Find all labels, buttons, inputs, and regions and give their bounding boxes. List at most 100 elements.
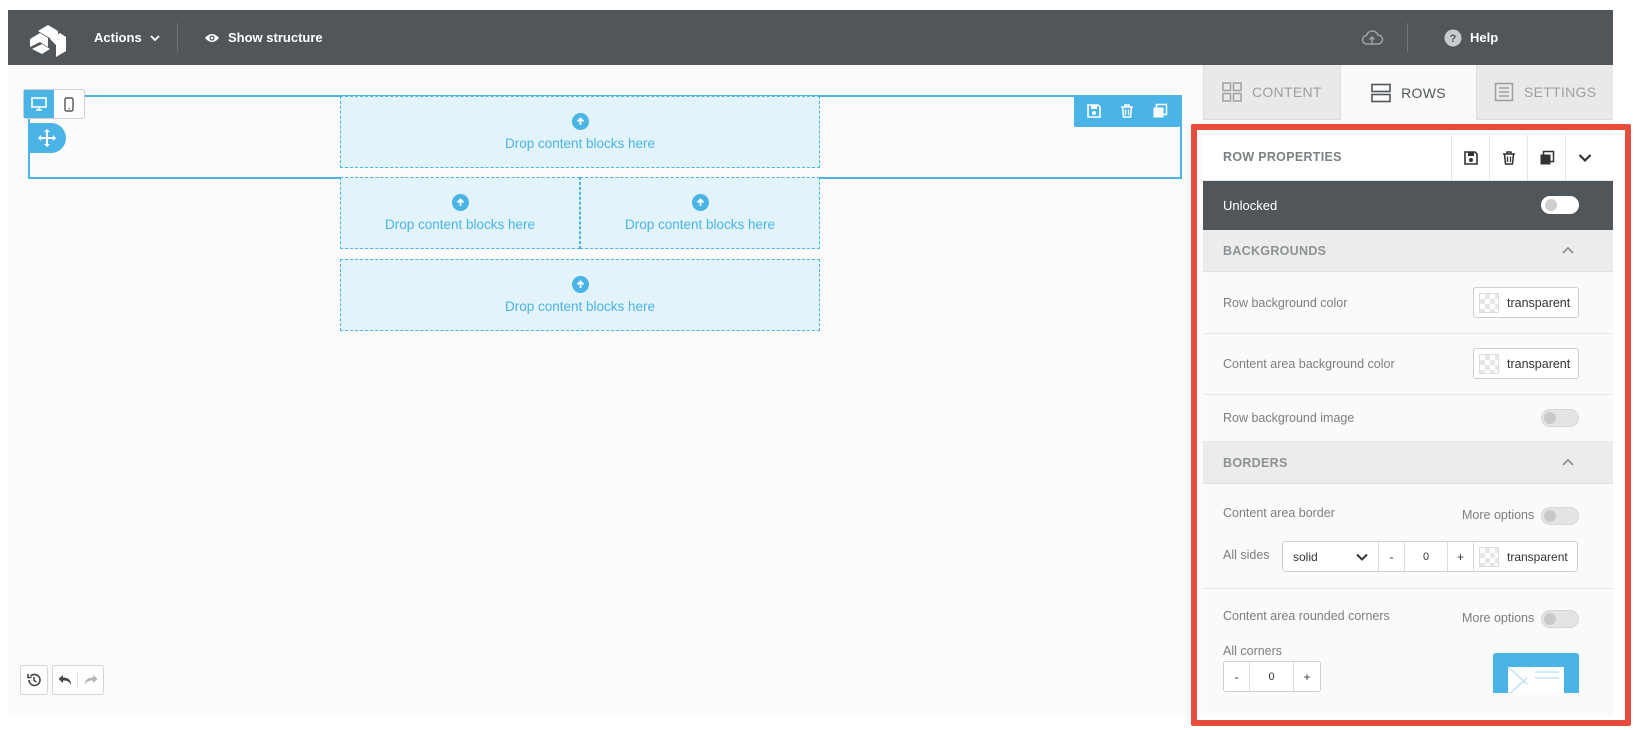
lock-row: Unlocked — [1203, 181, 1613, 230]
lock-status-label: Unlocked — [1223, 198, 1278, 213]
help-button[interactable]: ? Help — [1444, 10, 1498, 65]
drop-zone-label: Drop content blocks here — [504, 299, 656, 314]
content-border-property: Content area border More options All sid… — [1203, 484, 1613, 589]
border-width-increment[interactable]: + — [1448, 542, 1474, 571]
trash-icon — [1502, 151, 1515, 165]
upload-arrow-icon — [451, 194, 469, 211]
row-toolbar — [1074, 95, 1180, 127]
content-bg-color-label: Content area background color — [1223, 357, 1395, 371]
content-bg-color-property: Content area background color transparen… — [1203, 334, 1613, 395]
row-bg-image-toggle[interactable] — [1541, 409, 1579, 427]
show-structure-button[interactable]: Show structure — [204, 10, 323, 65]
lock-toggle[interactable] — [1541, 196, 1579, 214]
panel-title: ROW PROPERTIES — [1223, 150, 1342, 164]
settings-list-icon — [1494, 82, 1514, 102]
save-row-button[interactable] — [1451, 135, 1489, 181]
border-width-value: 0 — [1422, 550, 1430, 563]
redo-button[interactable] — [78, 673, 103, 687]
corners-more-options-toggle[interactable] — [1541, 610, 1579, 628]
toolbar-divider — [1407, 23, 1408, 52]
content-bg-color-picker[interactable]: transparent — [1473, 348, 1579, 379]
save-icon[interactable] — [1086, 103, 1102, 119]
backgrounds-title: BACKGROUNDS — [1223, 244, 1327, 258]
all-sides-label: All sides — [1223, 548, 1270, 562]
view-switch — [23, 89, 85, 119]
increment-label: + — [1303, 669, 1311, 684]
content-bg-color-value: transparent — [1507, 356, 1571, 371]
chevron-down-icon — [1356, 553, 1368, 561]
border-width-input[interactable]: 0 — [1405, 542, 1448, 571]
drop-zone[interactable]: Drop content blocks here — [340, 96, 820, 168]
tab-settings-label: SETTINGS — [1523, 84, 1597, 100]
svg-text:?: ? — [1450, 33, 1457, 45]
row-bg-color-value: transparent — [1507, 295, 1571, 310]
tab-settings[interactable]: SETTINGS — [1476, 65, 1614, 120]
corner-radius-input[interactable]: 0 — [1250, 662, 1294, 691]
decrement-label: - — [1389, 549, 1394, 564]
upload-arrow-icon — [571, 113, 589, 130]
borders-section-header[interactable]: BORDERS — [1203, 442, 1613, 484]
save-icon — [1463, 151, 1478, 165]
row-move-handle[interactable] — [28, 123, 66, 153]
delete-row-button[interactable] — [1489, 135, 1527, 181]
editor-canvas: Drop content blocks here Drop content bl… — [8, 65, 1203, 715]
all-corners-label: All corners — [1223, 644, 1283, 658]
drop-zone[interactable]: Drop content blocks here — [340, 259, 820, 331]
actions-label: Actions — [94, 30, 142, 45]
border-color-value: transparent — [1507, 549, 1568, 564]
chevron-up-icon — [1562, 246, 1574, 254]
tab-rows[interactable]: ROWS — [1339, 65, 1477, 120]
row-bg-color-property: Row background color transparent — [1203, 272, 1613, 334]
increment-label: + — [1456, 549, 1464, 564]
duplicate-icon[interactable] — [1152, 103, 1168, 119]
eye-icon — [205, 33, 219, 42]
history-icon — [27, 673, 41, 687]
chevron-up-icon — [1562, 458, 1574, 466]
upload-arrow-icon — [691, 194, 709, 211]
show-structure-label: Show structure — [228, 30, 323, 45]
border-width-decrement[interactable]: - — [1379, 542, 1405, 571]
mobile-icon — [64, 96, 74, 112]
upload-arrow-icon — [571, 276, 589, 293]
row-bg-image-property: Row background image — [1203, 395, 1613, 442]
drop-zone[interactable]: Drop content blocks here — [340, 177, 580, 249]
mobile-view-button[interactable] — [54, 90, 84, 118]
tab-content[interactable]: CONTENT — [1203, 65, 1340, 120]
content-border-label: Content area border — [1223, 506, 1335, 520]
corner-radius-decrement[interactable]: - — [1224, 662, 1250, 691]
duplicate-row-button[interactable] — [1527, 135, 1565, 181]
color-swatch — [1479, 546, 1499, 567]
backgrounds-section-header[interactable]: BACKGROUNDS — [1203, 230, 1613, 272]
row-bg-color-label: Row background color — [1223, 296, 1348, 310]
drop-zone-label: Drop content blocks here — [384, 217, 536, 232]
history-controls — [20, 665, 104, 695]
help-label: Help — [1470, 30, 1499, 45]
border-style-select[interactable]: solid — [1283, 542, 1379, 571]
desktop-icon — [31, 97, 47, 111]
editor-frame: Actions Show structure ? Help Drop conte… — [8, 10, 1631, 726]
corner-radius-stepper: - 0 + — [1223, 661, 1321, 692]
redo-icon — [84, 675, 97, 685]
history-button[interactable] — [20, 665, 48, 695]
border-more-options-toggle[interactable] — [1541, 507, 1579, 525]
tab-content-label: CONTENT — [1251, 84, 1322, 100]
border-color-picker[interactable]: transparent — [1474, 542, 1577, 571]
undo-button[interactable] — [53, 673, 79, 687]
collapse-panel-button[interactable] — [1565, 135, 1603, 181]
desktop-view-button[interactable] — [24, 90, 54, 118]
row-bg-image-label: Row background image — [1223, 411, 1355, 425]
row-bg-color-picker[interactable]: transparent — [1473, 287, 1579, 318]
border-controls: solid - 0 + transparent — [1282, 541, 1578, 572]
app-logo-icon — [30, 25, 66, 57]
trash-icon[interactable] — [1119, 103, 1135, 119]
top-bar: Actions Show structure ? Help — [8, 10, 1613, 65]
corner-radius-increment[interactable]: + — [1294, 662, 1320, 691]
drop-zone[interactable]: Drop content blocks here — [580, 177, 820, 249]
cloud-upload-button[interactable] — [1360, 10, 1384, 65]
corners-more-options-label: More options — [1462, 611, 1535, 625]
border-style-value: solid — [1293, 549, 1318, 564]
corner-preview — [1493, 653, 1579, 693]
panel-header: ROW PROPERTIES — [1203, 135, 1613, 181]
actions-menu[interactable]: Actions — [94, 10, 160, 65]
cloud-upload-icon — [1361, 29, 1384, 45]
